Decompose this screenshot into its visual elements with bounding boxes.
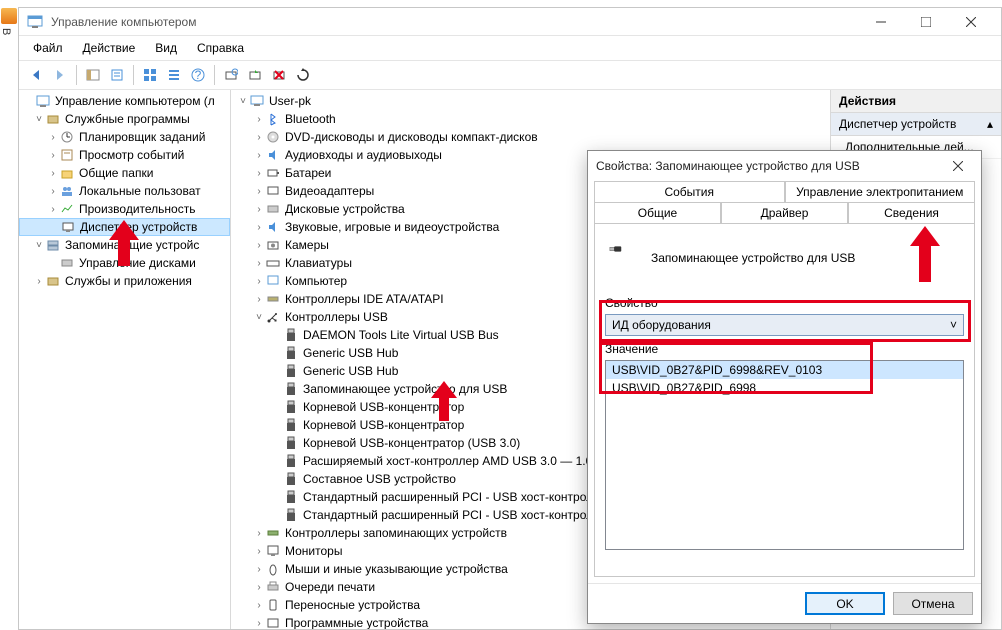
computer-icon (249, 93, 265, 109)
property-combo[interactable]: ИД оборудования ˅ (605, 314, 964, 336)
dialog-tabs: События Управление электропитанием Общие… (588, 181, 981, 223)
value-item-2[interactable]: USB\VID_0B27&PID_6998 (606, 379, 963, 397)
annotation-arrow (431, 381, 457, 421)
dev-bluetooth[interactable]: ›Bluetooth (231, 110, 830, 128)
view-list-button[interactable] (163, 64, 185, 86)
usb-device-icon (283, 363, 299, 379)
ok-button[interactable]: OK (805, 592, 885, 615)
dev-dvd[interactable]: ›DVD-дисководы и дисководы компакт-диско… (231, 128, 830, 146)
computer-icon (265, 273, 281, 289)
view-icons-button[interactable] (139, 64, 161, 86)
camera-icon (265, 237, 281, 253)
properties-dialog: Свойства: Запоминающее устройство для US… (587, 150, 982, 624)
usb-icon (265, 309, 281, 325)
back-button[interactable] (25, 64, 47, 86)
annotation-arrow (910, 226, 940, 282)
minimize-button[interactable] (858, 8, 903, 36)
tab-events[interactable]: События (594, 181, 785, 202)
tree-performance[interactable]: ›Производительность (19, 200, 230, 218)
portable-icon (265, 597, 281, 613)
actions-header: Действия (831, 90, 1001, 113)
toolbar: ? (19, 60, 1001, 90)
actions-devmgr[interactable]: Диспетчер устройств▴ (831, 113, 1001, 136)
refresh-button[interactable] (292, 64, 314, 86)
dialog-device-name: Запоминающее устройство для USB (651, 251, 855, 265)
usb-device-icon (283, 489, 299, 505)
usb-device-icon (283, 417, 299, 433)
usb-device-icon (283, 327, 299, 343)
menu-file[interactable]: Файл (23, 37, 73, 59)
tree-event-viewer[interactable]: ›Просмотр событий (19, 146, 230, 164)
show-hide-tree-button[interactable] (82, 64, 104, 86)
maximize-button[interactable] (903, 8, 948, 36)
console-tree-pane: Управление компьютером (л ˅Службные прог… (19, 90, 231, 629)
battery-icon (265, 165, 281, 181)
forward-button[interactable] (49, 64, 71, 86)
dialog-title: Свойства: Запоминающее устройство для US… (596, 159, 943, 173)
usb-device-icon (283, 399, 299, 415)
menu-view[interactable]: Вид (145, 37, 187, 59)
scan-hardware-button[interactable] (220, 64, 242, 86)
disk-icon (265, 201, 281, 217)
annotation-arrow (109, 220, 139, 266)
ide-icon (265, 291, 281, 307)
usb-device-icon (283, 435, 299, 451)
app-icon (27, 14, 43, 30)
dialog-titlebar: Свойства: Запоминающее устройство для US… (588, 151, 981, 181)
chevron-down-icon: ˅ (950, 318, 957, 332)
tab-general[interactable]: Общие (594, 202, 721, 223)
keyboard-icon (265, 255, 281, 271)
usb-device-icon (283, 381, 299, 397)
audio-icon (265, 147, 281, 163)
property-label: Свойство (605, 296, 964, 310)
tree-local-users[interactable]: ›Локальные пользоват (19, 182, 230, 200)
tab-driver[interactable]: Драйвер (721, 202, 848, 223)
value-listbox[interactable]: USB\VID_0B27&PID_6998&REV_0103 USB\VID_0… (605, 360, 964, 550)
update-driver-button[interactable] (244, 64, 266, 86)
tree-shared-folders[interactable]: ›Общие папки (19, 164, 230, 182)
tree-system-tools[interactable]: ˅Службные программы (19, 110, 230, 128)
properties-button[interactable] (106, 64, 128, 86)
cancel-button[interactable]: Отмена (893, 592, 973, 615)
monitor-icon (265, 543, 281, 559)
tree-task-scheduler[interactable]: ›Планировщик заданий (19, 128, 230, 146)
close-button[interactable] (948, 8, 993, 36)
usb-plug-icon (609, 242, 641, 274)
value-label: Значение (605, 342, 964, 356)
uninstall-button[interactable] (268, 64, 290, 86)
window-title: Управление компьютером (51, 15, 858, 29)
tab-details[interactable]: Сведения (848, 202, 975, 223)
storage-controller-icon (265, 525, 281, 541)
bluetooth-icon (265, 111, 281, 127)
usb-device-icon (283, 507, 299, 523)
mouse-icon (265, 561, 281, 577)
software-icon (265, 615, 281, 629)
help-button[interactable]: ? (187, 64, 209, 86)
dev-root[interactable]: ˅User-pk (231, 92, 830, 110)
tab-power[interactable]: Управление электропитанием (785, 181, 976, 202)
usb-device-icon (283, 345, 299, 361)
sound-icon (265, 219, 281, 235)
menu-help[interactable]: Справка (187, 37, 254, 59)
printer-icon (265, 579, 281, 595)
usb-device-icon (283, 471, 299, 487)
tree-services-apps[interactable]: ›Службы и приложения (19, 272, 230, 290)
value-item-1[interactable]: USB\VID_0B27&PID_6998&REV_0103 (606, 361, 963, 379)
titlebar: Управление компьютером (19, 8, 1001, 36)
chevron-up-icon: ▴ (987, 117, 993, 131)
menubar: Файл Действие Вид Справка (19, 36, 1001, 60)
usb-device-icon (283, 453, 299, 469)
tree-root[interactable]: Управление компьютером (л (19, 92, 230, 110)
svg-text:?: ? (195, 68, 202, 82)
dialog-close-button[interactable] (943, 154, 973, 178)
disc-icon (265, 129, 281, 145)
display-adapter-icon (265, 183, 281, 199)
menu-action[interactable]: Действие (73, 37, 146, 59)
